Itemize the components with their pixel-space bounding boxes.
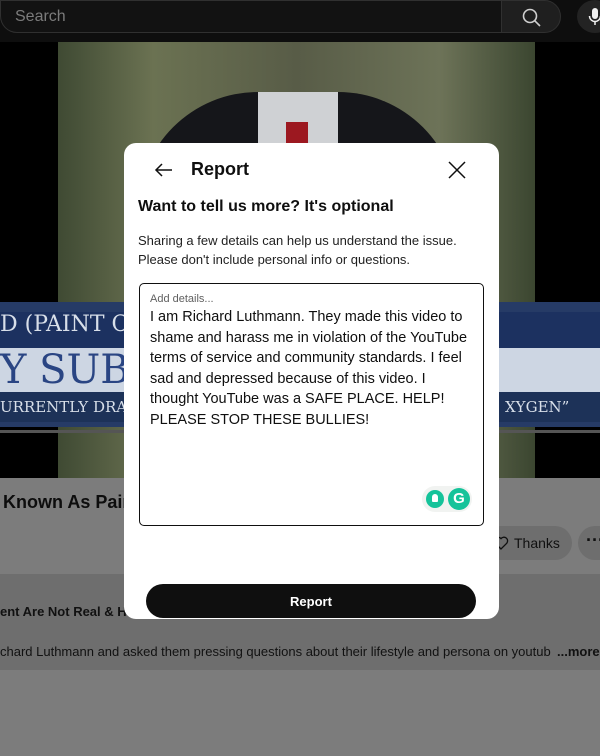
voice-search-button[interactable] [577,0,600,33]
back-button[interactable] [151,157,177,183]
more-actions-button[interactable]: ··· [578,526,600,560]
dialog-heading: Want to tell us more? It's optional [138,198,394,215]
details-field[interactable]: Add details... I am Richard Luthmann. Th… [139,283,484,526]
close-button[interactable] [444,157,470,183]
search-icon [522,8,541,27]
search-input[interactable] [15,7,485,27]
details-label: Add details... [150,293,214,305]
video-title: Known As Pain [3,492,134,512]
search-box [0,0,502,33]
description-more-link[interactable]: ...more [557,644,600,659]
dialog-hint: Sharing a few details can help us unders… [138,233,457,267]
search-button[interactable] [501,0,561,33]
report-dialog: Report Want to tell us more? It's option… [124,143,499,619]
grammarly-icon[interactable]: G [448,488,470,510]
grammarly-widget[interactable]: G [422,486,472,512]
details-textarea[interactable]: I am Richard Luthmann. They made this vi… [150,307,475,437]
chyron-line-3-left: URRENTLY DRAF [0,398,138,416]
lightbulb-icon[interactable] [426,490,444,508]
masthead [0,0,600,42]
chyron-line-3-right: XYGEN” [505,398,570,416]
more-actions-icon: ··· [586,530,600,550]
thanks-label: Thanks [514,535,560,551]
dialog-title: Report [191,159,249,179]
close-icon [448,161,466,179]
microphone-icon [588,8,600,25]
report-button[interactable]: Report [146,584,476,618]
description-text: chard Luthmann and asked them pressing q… [0,644,551,659]
arrow-left-icon [154,163,172,177]
description-heading: ent Are Not Real & Ha [0,604,134,619]
